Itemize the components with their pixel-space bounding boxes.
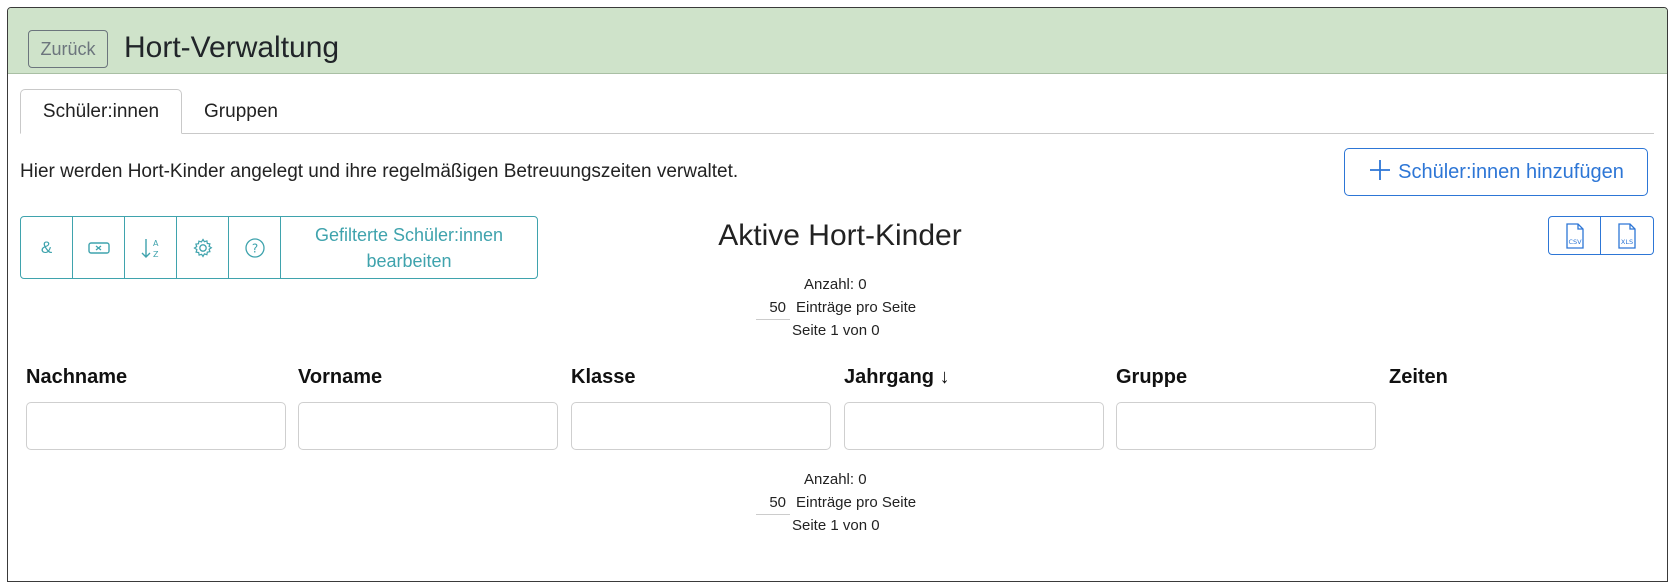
- pager-count: Anzahl: 0: [804, 276, 867, 293]
- pager-bottom: Anzahl: 0 50 Einträge pro Seite Seite 1 …: [740, 468, 940, 537]
- back-button[interactable]: Zurück: [28, 30, 108, 68]
- column-header-jahrgang-label: Jahrgang: [844, 366, 935, 388]
- sort-desc-icon: ↓: [939, 366, 950, 388]
- pager-per-page: 50 Einträge pro Seite: [740, 296, 940, 320]
- add-students-button[interactable]: Schüler:innen hinzufügen: [1344, 148, 1648, 196]
- page-description: Hier werden Hort-Kinder angelegt und ihr…: [20, 161, 739, 182]
- pager-page-info: Seite 1 von 0: [792, 322, 880, 339]
- svg-text:Z: Z: [153, 250, 159, 259]
- edit-filtered-button[interactable]: Gefilterte Schüler:innen bearbeiten: [281, 217, 537, 278]
- filter-vorname[interactable]: [298, 402, 558, 450]
- column-header-vorname[interactable]: Vorname: [298, 366, 382, 389]
- pager-count: Anzahl: 0: [804, 471, 867, 488]
- section-title: Aktive Hort-Kinder: [718, 219, 962, 252]
- per-page-label: Einträge pro Seite: [796, 299, 917, 316]
- add-students-label: Schüler:innen hinzufügen: [1398, 160, 1624, 183]
- pager-per-page: 50 Einträge pro Seite: [740, 491, 940, 515]
- tab-schueler[interactable]: Schüler:innen: [20, 89, 182, 134]
- export-buttons: CSV XLS: [1548, 216, 1654, 255]
- sort-az-icon[interactable]: AZ: [125, 217, 177, 278]
- ampersand-glyph: &: [40, 237, 53, 257]
- filter-jahrgang[interactable]: [844, 402, 1104, 450]
- per-page-input[interactable]: 50: [756, 491, 790, 515]
- svg-text:?: ?: [251, 241, 257, 255]
- pager-page-info: Seite 1 von 0: [792, 517, 880, 534]
- column-header-klasse[interactable]: Klasse: [571, 366, 636, 389]
- column-header-zeiten: Zeiten: [1389, 366, 1448, 388]
- page-title: Hort-Verwaltung: [124, 31, 340, 64]
- filter-nachname[interactable]: [26, 402, 286, 450]
- header-bar: Zurück Hort-Verwaltung: [8, 8, 1667, 74]
- table-toolbar: & AZ ? Gefilterte Schüler:innen bearbeit…: [20, 216, 538, 279]
- xls-file-icon[interactable]: XLS: [1601, 217, 1653, 254]
- per-page-input[interactable]: 50: [756, 296, 790, 320]
- column-header-jahrgang[interactable]: Jahrgang ↓: [844, 366, 950, 389]
- filter-klasse[interactable]: [571, 402, 831, 450]
- pager-top: Anzahl: 0 50 Einträge pro Seite Seite 1 …: [740, 273, 940, 342]
- help-circle-icon[interactable]: ?: [229, 217, 281, 278]
- csv-label: CSV: [1568, 238, 1582, 246]
- clear-badge-icon[interactable]: [73, 217, 125, 278]
- per-page-label: Einträge pro Seite: [796, 494, 917, 511]
- plus-icon: [1368, 158, 1392, 183]
- gear-icon[interactable]: [177, 217, 229, 278]
- ampersand-icon[interactable]: &: [21, 217, 73, 278]
- filter-gruppe[interactable]: [1116, 402, 1376, 450]
- tab-gruppen[interactable]: Gruppen: [196, 89, 286, 134]
- column-header-gruppe[interactable]: Gruppe: [1116, 366, 1187, 389]
- csv-file-icon[interactable]: CSV: [1549, 217, 1601, 254]
- column-header-nachname[interactable]: Nachname: [26, 366, 127, 389]
- svg-text:A: A: [153, 239, 159, 248]
- xls-label: XLS: [1621, 238, 1633, 246]
